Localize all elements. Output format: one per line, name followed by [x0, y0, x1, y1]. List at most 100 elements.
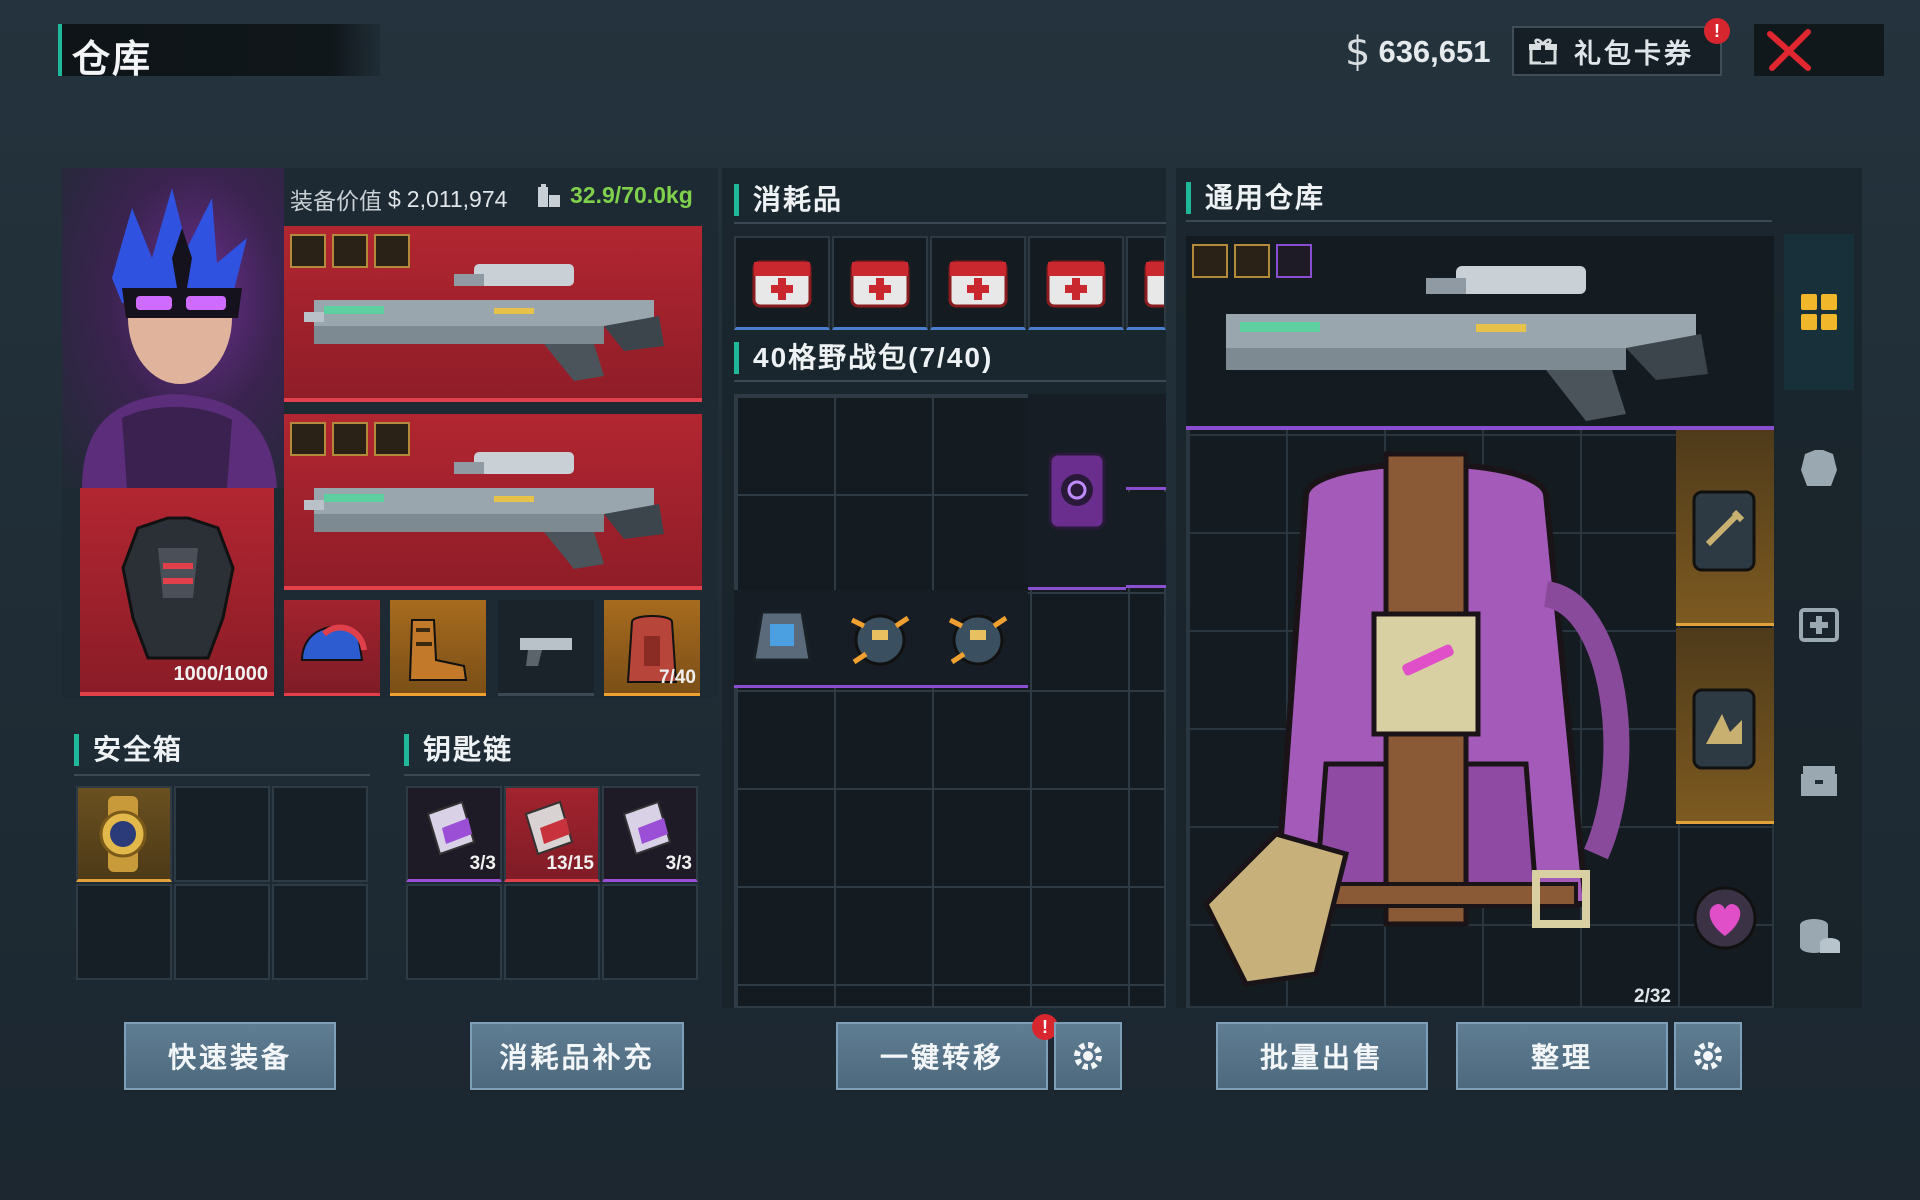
bulk-sell-button[interactable]: 批量出售 — [1216, 1022, 1428, 1090]
helmet-slot[interactable] — [284, 600, 380, 696]
storage-settings-button[interactable] — [1674, 1022, 1742, 1090]
equipment-value-symbol: $ — [388, 185, 401, 212]
consumable-medkit[interactable] — [734, 236, 830, 330]
safe-box-slot[interactable] — [76, 884, 172, 980]
storage-item-health[interactable] — [1676, 870, 1774, 968]
gift-icon — [1529, 38, 1557, 65]
character-portrait[interactable] — [62, 168, 284, 488]
medkit-icon — [850, 260, 910, 308]
pistol-icon — [520, 638, 572, 666]
keychain-item[interactable]: 3/3 — [406, 786, 502, 882]
key-count: 13/15 — [546, 853, 594, 874]
primary-weapon-slot-1[interactable] — [284, 226, 702, 402]
key-count: 3/3 — [469, 853, 496, 874]
carry-weight-value: 32.9/70.0kg — [570, 182, 693, 208]
field-pack-item[interactable] — [1028, 394, 1126, 590]
field-pack-item[interactable] — [930, 590, 1028, 688]
organize-button[interactable]: 整理 — [1456, 1022, 1668, 1090]
tab-currency[interactable] — [1784, 858, 1854, 1014]
consumable-medkit[interactable] — [1028, 236, 1124, 330]
restock-consumables-button[interactable]: 消耗品补充 — [470, 1022, 684, 1090]
safe-box-slot[interactable] — [174, 884, 270, 980]
grid-icon — [1801, 294, 1837, 330]
carry-weight: 32.9/70.0kg — [536, 182, 693, 209]
medkit-icon — [948, 260, 1008, 308]
safe-box-slot[interactable] — [174, 786, 270, 882]
storage-category-tabs — [1784, 234, 1854, 994]
pistol-slot[interactable] — [498, 600, 594, 696]
artifact-card-icon — [1692, 688, 1756, 770]
money-amount: 636,651 — [1378, 34, 1491, 69]
sniper-rifle-icon — [1226, 266, 1708, 421]
field-pack-item[interactable] — [734, 590, 832, 688]
medkit-icon — [1046, 260, 1106, 308]
keychain-divider — [404, 774, 700, 776]
medkit-icon — [1799, 608, 1839, 642]
tab-storage[interactable] — [1784, 702, 1854, 858]
keychain-item[interactable]: 13/15 — [504, 786, 600, 882]
medkit-icon — [752, 260, 812, 308]
field-pack-item[interactable] — [832, 590, 930, 688]
general-storage-title: 通用仓库 — [1186, 182, 1325, 214]
grenade-icon — [948, 614, 1008, 666]
consumable-medkit[interactable] — [930, 236, 1026, 330]
sniper-rifle-icon — [304, 452, 664, 569]
gift-notification-badge: ! — [1704, 18, 1730, 44]
keychain-item[interactable]: 3/3 — [602, 786, 698, 882]
field-pack-divider — [734, 380, 1166, 382]
key-count: 3/3 — [665, 853, 692, 874]
keychain-slot[interactable] — [406, 884, 502, 980]
energy-cell-icon — [752, 610, 812, 662]
backpack-slot[interactable]: 7/40 — [604, 600, 700, 696]
boots-slot[interactable] — [390, 600, 486, 696]
armor-slot[interactable]: 1000/1000 — [80, 488, 274, 696]
storage-backpack-item[interactable] — [1186, 434, 1674, 1006]
tab-all[interactable] — [1784, 234, 1854, 390]
medkit-icon — [1144, 260, 1164, 308]
general-storage-divider — [1186, 220, 1772, 222]
keychain-slot[interactable] — [504, 884, 600, 980]
sniper-rifle-icon — [304, 264, 664, 381]
body-armor-icon — [121, 516, 235, 660]
gift-coupon-label: 礼包卡券 — [1574, 38, 1694, 69]
consumables-divider — [734, 222, 1166, 224]
safe-box-title: 安全箱 — [74, 734, 183, 766]
weight-icon — [538, 183, 560, 207]
safe-box-divider — [74, 774, 370, 776]
keychain-slot[interactable] — [602, 884, 698, 980]
equipment-value-amount: 2,011,974 — [406, 185, 508, 212]
armor-durability: 1000/1000 — [173, 663, 268, 685]
tab-medical[interactable] — [1784, 546, 1854, 702]
backpack-capacity: 7/40 — [659, 667, 696, 688]
consumable-medkit[interactable] — [1126, 236, 1166, 330]
currency-display: $ 636,651 — [1345, 29, 1491, 75]
tab-armor[interactable] — [1784, 390, 1854, 546]
gift-coupon-button[interactable]: 礼包卡券 — [1512, 26, 1722, 76]
storage-item-gold[interactable] — [1676, 430, 1774, 626]
field-pack-item[interactable] — [1126, 394, 1166, 490]
general-storage-count: 2/32 — [1634, 986, 1671, 1007]
safe-box-slot[interactable] — [272, 884, 368, 980]
artifact-card-icon — [1692, 490, 1756, 572]
character-avatar — [82, 188, 277, 488]
purple-backpack-icon — [1202, 451, 1630, 987]
grenade-icon — [850, 614, 910, 666]
close-button[interactable] — [1754, 24, 1884, 76]
safe-box-item-gold-watch[interactable] — [76, 786, 172, 882]
consumables-title: 消耗品 — [734, 184, 843, 216]
gold-watch-icon — [99, 796, 147, 872]
safe-box-slot[interactable] — [272, 786, 368, 882]
chip-device-icon — [1048, 452, 1106, 530]
boots-icon — [408, 619, 468, 681]
page-header: 仓库 — [58, 0, 380, 81]
quick-equip-button[interactable]: 快速装备 — [124, 1022, 336, 1090]
one-click-transfer-button[interactable]: 一键转移 — [836, 1022, 1048, 1090]
field-pack-item[interactable] — [1126, 492, 1166, 588]
primary-weapon-slot-2[interactable] — [284, 414, 702, 590]
storage-item-gold[interactable] — [1676, 628, 1774, 824]
gear-icon — [1074, 1042, 1102, 1070]
page-title: 仓库 — [72, 39, 153, 81]
consumable-medkit[interactable] — [832, 236, 928, 330]
transfer-settings-button[interactable] — [1054, 1022, 1122, 1090]
storage-weapon-item[interactable] — [1186, 236, 1774, 430]
